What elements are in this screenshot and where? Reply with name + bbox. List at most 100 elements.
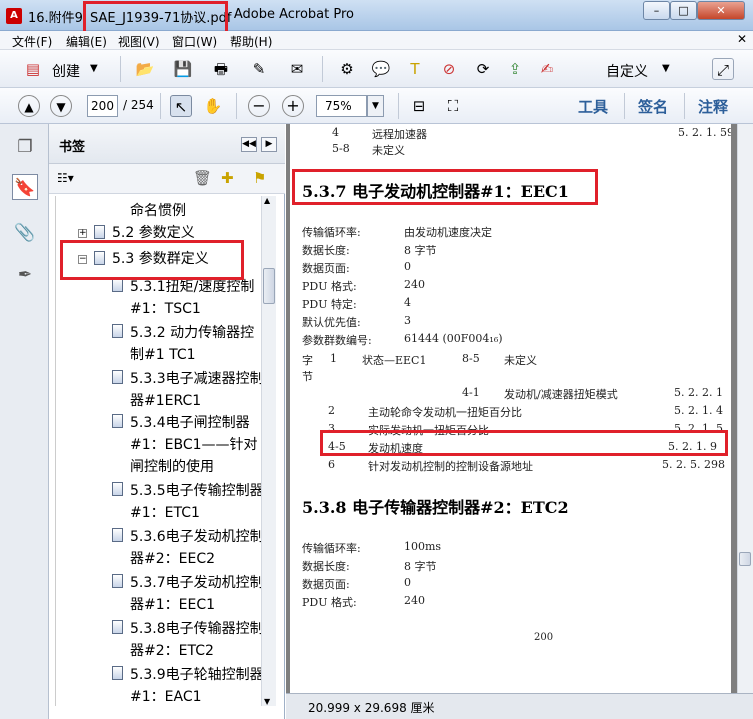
menu-file[interactable]: 文件(F) [12,33,52,50]
scroll-up-icon[interactable]: ▲ [264,196,270,205]
bookmark-naming-convention[interactable]: 命名惯例 [130,200,186,222]
scroll-down-icon[interactable]: ▼ [264,697,270,706]
signatures-icon[interactable]: ✒ [12,262,38,288]
bookmark-erc1[interactable]: 5.3.3电子减速器控制器#1ERC1 [130,368,265,412]
options-menu-icon[interactable]: ☷▾ [57,171,81,187]
field-value: 8 字节 [404,560,437,573]
fit-width-icon[interactable]: ⛶ [442,95,464,117]
fullscreen-icon[interactable]: ⤢ [712,58,734,80]
comment-pane-button[interactable]: 注释 [698,96,728,117]
field-label: 数据长度: [302,560,350,573]
bookmark-eac1[interactable]: 5.3.9电子轮轴控制器#1：EAC1 [130,664,265,706]
bookmark-icon [112,482,123,496]
row-text: 远程加速器 [372,128,427,141]
collapse-panel-icon[interactable]: ◀◀ [241,137,257,152]
open-folder-icon[interactable]: 📂 [134,58,156,80]
customize-dropdown-icon[interactable]: ▼ [662,63,670,74]
bookmark-tc1[interactable]: 5.3.2 动力传输器控制#1 TC1 [130,322,265,366]
select-cursor-icon[interactable]: ↖ [170,95,192,117]
scrollbar-thumb[interactable] [263,268,275,304]
comment-bubble-icon[interactable]: 💬 [370,58,392,80]
close-document-icon[interactable]: ✕ [737,32,747,46]
toolbar-separator [398,93,399,119]
bookmark-icon [112,666,123,680]
bookmark-ebc1[interactable]: 5.3.4电子闸控制器#1：EBC1——针对闸控制的使用 [130,412,265,478]
menu-edit[interactable]: 编辑(E) [66,33,107,50]
field-value: 240 [404,278,425,291]
tools-pane-button[interactable]: 工具 [578,96,608,117]
navigation-strip: ❐ 🔖 📎 ✒ [0,124,49,719]
section-heading-etc2: 5.3.8 电子传输器控制器#2：ETC2 [302,498,569,517]
recognize-icon[interactable]: ⟳ [472,58,494,80]
document-scrollbar-thumb[interactable] [739,552,751,566]
bookmarks-toolbar: ☷▾ 🗑 ✚ ⚑ [49,164,285,194]
print-icon[interactable]: 🖶 [210,58,232,80]
menu-help[interactable]: 帮助(H) [230,33,272,50]
menu-window[interactable]: 窗口(W) [172,33,217,50]
bookmark-etc2[interactable]: 5.3.8电子传输器控制器#2：ETC2 [130,618,265,662]
bookmark-icon [112,324,123,338]
create-dropdown-icon[interactable]: ▼ [90,63,98,74]
minimize-button[interactable]: – [643,1,670,20]
sign-doc-icon[interactable]: ✍ [536,58,558,80]
bookmark-tsc1[interactable]: 5.3.1扭矩/速度控制#1：TSC1 [130,276,265,320]
email-icon[interactable]: ✉ [286,58,308,80]
page-size-readout: 20.999 x 29.698 厘米 [308,701,435,715]
row-ref: 5. 2. 1. 59 [678,126,731,139]
page-number-input[interactable] [87,95,118,117]
bookmark-icon [112,528,123,542]
field-value: 3 [404,314,411,327]
settings-gear-icon[interactable]: ⚙ [336,58,358,80]
bookmarks-icon[interactable]: 🔖 [12,174,38,200]
navigation-toolbar: ▲ ▼ / 254 ↖ ✋ − + ▼ ⊟ ⛶ 工具 签名 注释 [0,88,753,124]
bookmark-eec1[interactable]: 5.3.7电子发动机控制器#1：EEC1 [130,572,265,616]
maximize-button[interactable]: □ [670,1,697,20]
row-number: 5-8 [332,142,350,155]
page-thumbnails-icon[interactable]: ❐ [12,134,38,160]
expand-icon[interactable]: + [78,229,87,238]
expand-panel-icon[interactable]: ▶ [261,137,277,152]
menu-view[interactable]: 视图(V) [118,33,160,50]
tab-attachment[interactable]: 16.附件9 [28,7,83,26]
hand-tool-icon[interactable]: ✋ [202,95,224,117]
bookmark-icon [112,414,123,428]
sign-pane-button[interactable]: 签名 [638,96,668,117]
zoom-input[interactable] [316,95,367,117]
bookmarks-panel-header: 书签 ◀◀ ▶ [49,124,285,164]
zoom-out-icon[interactable]: − [248,95,270,117]
edit-icon[interactable]: ✎ [248,58,270,80]
attachments-paperclip-icon[interactable]: 📎 [12,220,38,246]
field-value: 0 [404,576,411,589]
delete-bookmark-icon[interactable]: 🗑 [193,169,212,187]
bookmark-properties-icon[interactable]: ⚑ [253,169,266,187]
save-icon[interactable]: 💾 [172,58,194,80]
toolbar-separator [624,93,625,119]
toolbar-separator [322,56,323,82]
fit-page-icon[interactable]: ⊟ [408,95,430,117]
byte-header-col4: 8-5 [462,352,480,365]
create-button[interactable]: 创建 [52,61,80,81]
document-viewport: 4 远程加速器 5. 2. 1. 59 5-8 未定义 5.3.7 电子发动机控… [286,124,753,719]
next-page-icon[interactable]: ▼ [50,95,72,117]
field-label: 传输循环率: [302,226,361,239]
previous-page-icon[interactable]: ▲ [18,95,40,117]
export-icon[interactable]: ⇪ [504,58,526,80]
zoom-in-icon[interactable]: + [282,95,304,117]
redact-icon[interactable]: ⊘ [438,58,460,80]
highlight-text-icon[interactable]: T [404,58,426,80]
row-text: 针对发动机控制的控制设备源地址 [368,460,533,473]
bookmark-etc1[interactable]: 5.3.5电子传输控制器#1：ETC1 [130,480,265,524]
pdf-page: 4 远程加速器 5. 2. 1. 59 5-8 未定义 5.3.7 电子发动机控… [290,124,731,694]
row-number: 2 [328,404,335,417]
customize-button[interactable]: 自定义 [606,61,648,81]
acrobat-app-icon: A [6,8,22,24]
bookmark-icon [112,370,123,384]
zoom-dropdown-icon[interactable]: ▼ [367,95,384,117]
new-bookmark-icon[interactable]: ✚ [221,169,234,187]
field-label: PDU 格式: [302,280,357,293]
bookmark-eec2[interactable]: 5.3.6电子发动机控制器#2：EEC2 [130,526,265,570]
document-scrollbar[interactable] [737,124,753,693]
bookmarks-scrollbar[interactable]: ▲ ▼ [261,196,276,706]
close-button[interactable]: ✕ [697,1,745,20]
toolbar-separator [160,93,161,119]
